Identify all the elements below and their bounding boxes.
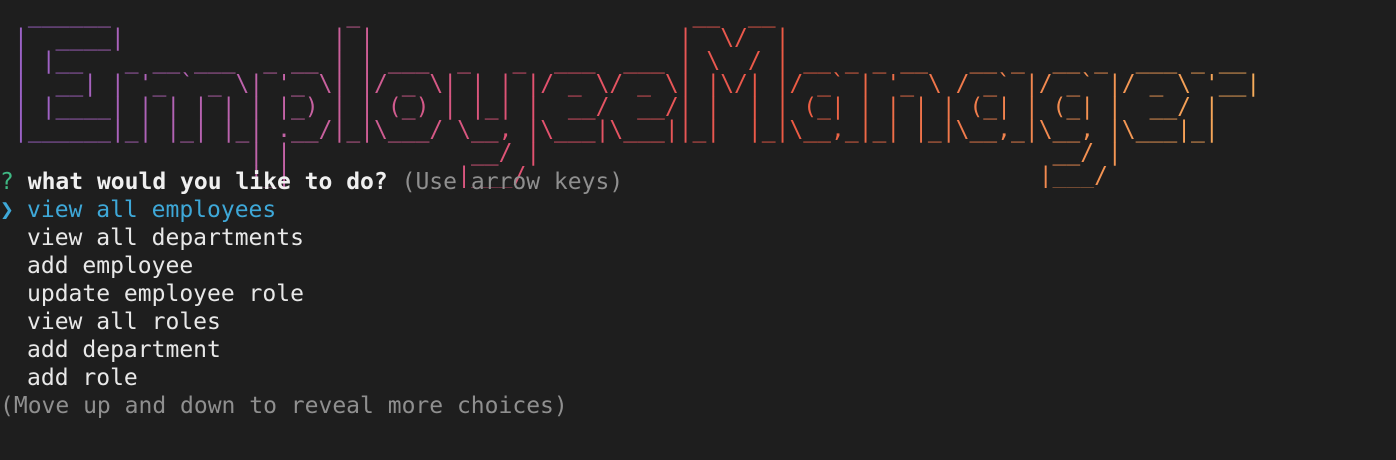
question-line: ? what would you like to do? (Use arrow … <box>0 168 1396 196</box>
choice-label: update employee role <box>27 281 304 307</box>
terminal-window: ______ _ __ __ | ____| | | | \/ | | |__ … <box>0 0 1396 460</box>
choice-label: add department <box>27 337 221 363</box>
choice-view-all-roles[interactable]: view all roles <box>0 308 1396 336</box>
choice-label: view all employees <box>27 197 277 223</box>
choice-add-role[interactable]: add role <box>0 364 1396 392</box>
choice-view-all-departments[interactable]: view all departments <box>0 224 1396 252</box>
choice-add-employee[interactable]: add employee <box>0 252 1396 280</box>
choice-label: add employee <box>27 253 194 279</box>
arrow-keys-hint: (Use arrow keys) <box>401 169 624 195</box>
choice-label: add role <box>27 365 138 391</box>
choice-add-department[interactable]: add department <box>0 336 1396 364</box>
inquirer-list-prompt: ? what would you like to do? (Use arrow … <box>0 168 1396 420</box>
question-mark-icon: ? <box>0 169 14 195</box>
more-choices-hint: (Move up and down to reveal more choices… <box>0 393 568 419</box>
question-text: what would you like to do? <box>27 169 388 195</box>
choice-update-employee-role[interactable]: update employee role <box>0 280 1396 308</box>
pointer-icon: ❯ <box>0 197 14 223</box>
choice-view-all-employees[interactable]: ❯ view all employees <box>0 196 1396 224</box>
choice-label: view all departments <box>27 225 304 251</box>
choice-label: view all roles <box>27 309 221 335</box>
ascii-art-banner: ______ _ __ __ | ____| | | | \/ | | |__ … <box>14 2 1261 189</box>
